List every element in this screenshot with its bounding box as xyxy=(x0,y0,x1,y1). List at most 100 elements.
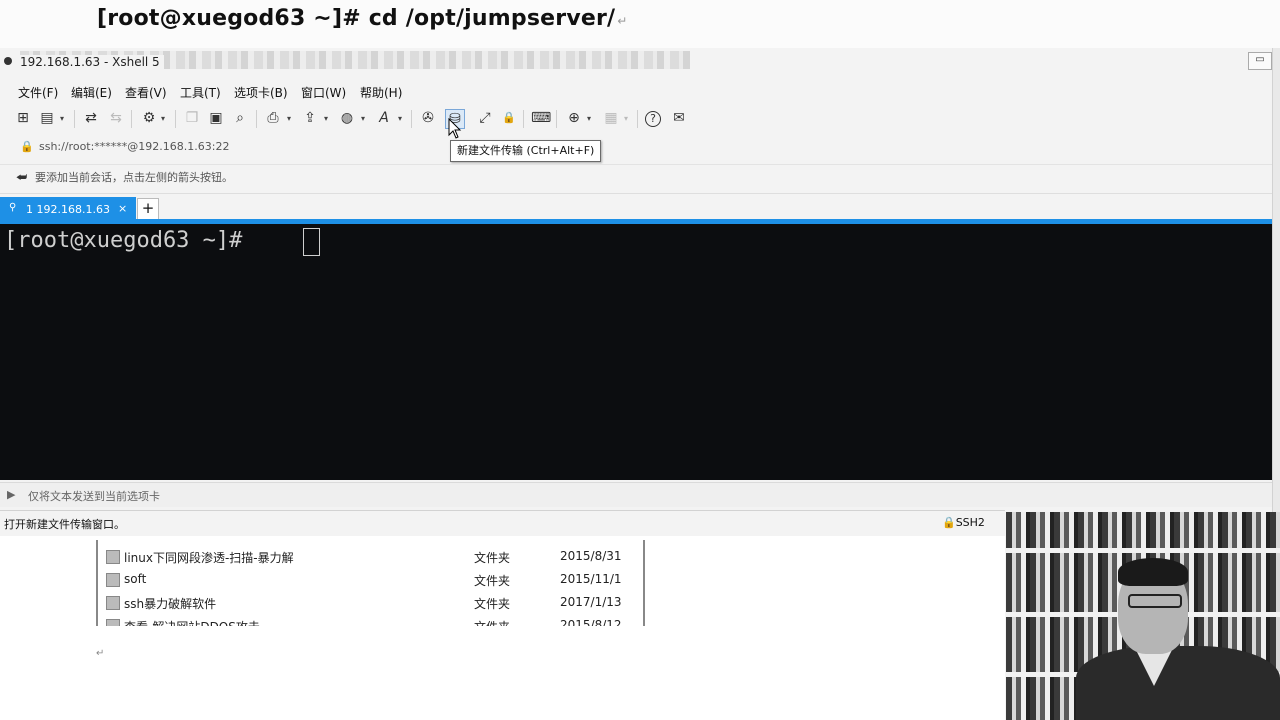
font-dropdown-icon[interactable]: ▾ xyxy=(398,114,402,123)
add-session-arrow-icon[interactable]: ⮨ xyxy=(16,170,27,185)
document-command-text: [root@xuegod63 ~]# cd /opt/jumpserver/ xyxy=(97,6,616,31)
file-date: 2015/11/1 xyxy=(560,572,622,586)
menu-file[interactable]: 文件(F) xyxy=(18,84,58,101)
copy-icon[interactable]: ❐ xyxy=(183,109,201,127)
file-list: linux下同网段渗透-扫描-暴力解 文件夹 2015/8/31 soft 文件… xyxy=(96,540,645,626)
globe-dropdown-icon[interactable]: ▾ xyxy=(361,114,365,123)
file-name: linux下同网段渗透-扫描-暴力解 xyxy=(124,551,294,565)
menu-tabs[interactable]: 选项卡(B) xyxy=(234,84,288,101)
globe-icon[interactable]: ◍ xyxy=(338,109,356,127)
print-dropdown-icon[interactable]: ▾ xyxy=(287,114,291,123)
document-bottom: linux下同网段渗透-扫描-暴力解 文件夹 2015/8/31 soft 文件… xyxy=(0,536,1005,720)
terminal-prompt: [root@xuegod63 ~]# xyxy=(4,228,256,253)
file-name: 查看-解决网站DDOS攻击 xyxy=(124,618,260,626)
file-date: 2017/1/13 xyxy=(560,595,622,609)
file-name: ssh暴力破解软件 xyxy=(124,597,217,611)
vertical-scrollbar[interactable] xyxy=(1272,48,1280,536)
open-session-icon[interactable]: ▤ xyxy=(38,109,56,127)
properties-dropdown-icon[interactable]: ▾ xyxy=(161,114,165,123)
terminal-cursor xyxy=(303,228,320,256)
font-icon[interactable]: A xyxy=(375,109,393,127)
add-tab-dropdown-icon[interactable]: ▾ xyxy=(587,114,591,123)
paste-icon[interactable]: ▣ xyxy=(207,109,225,127)
layout-dropdown-icon[interactable]: ▾ xyxy=(624,114,628,123)
menu-help[interactable]: 帮助(H) xyxy=(360,84,402,101)
file-type: 文件夹 xyxy=(474,597,511,611)
address-bar[interactable]: 🔒 ssh://root:******@192.168.1.63:22 xyxy=(0,136,1272,158)
toolbar-separator xyxy=(131,110,132,128)
find-icon[interactable]: ⌕ xyxy=(231,109,249,127)
layout-icon[interactable]: ▦ xyxy=(602,109,620,127)
window-title: 192.168.1.63 - Xshell 5 xyxy=(20,55,164,69)
tab-session-1[interactable]: ⚲ 1 192.168.1.63 × xyxy=(0,197,136,221)
tab-strip: ⚲ 1 192.168.1.63 × + xyxy=(0,193,1272,221)
menu-tools[interactable]: 工具(T) xyxy=(180,84,221,101)
toolbar-separator xyxy=(74,110,75,128)
menu-window[interactable]: 窗口(W) xyxy=(301,84,346,101)
print-icon[interactable]: ⎙ xyxy=(264,109,282,127)
document-command-line: [root@xuegod63 ~]# cd /opt/jumpserver/↵ xyxy=(97,6,628,31)
file-date: 2015/8/12 xyxy=(560,618,622,626)
webcam-overlay xyxy=(1006,512,1280,720)
session-hint-bar: ⮨ 要添加当前会话，点击左侧的箭头按钮。 xyxy=(0,164,1272,187)
toolbar-separator xyxy=(523,110,524,128)
folder-icon xyxy=(106,596,120,610)
folder-icon xyxy=(106,550,120,564)
presenter-glasses xyxy=(1128,594,1182,608)
address-text[interactable]: ssh://root:******@192.168.1.63:22 xyxy=(39,140,230,153)
xshell-window: 192.168.1.63 - Xshell 5 ▭ 文件(F) 编辑(E) 查看… xyxy=(0,48,1272,536)
file-row[interactable]: 查看-解决网站DDOS攻击 文件夹 2015/8/12 xyxy=(98,615,643,626)
compose-send-bar[interactable]: ▶ 仅将文本发送到当前选项卡 xyxy=(0,482,1272,507)
menu-view[interactable]: 查看(V) xyxy=(125,84,167,101)
app-icon xyxy=(4,57,12,65)
keyboard-icon[interactable]: ⌨ xyxy=(531,109,551,127)
session-hint-text: 要添加当前会话，点击左侧的箭头按钮。 xyxy=(35,171,233,184)
file-row[interactable]: ssh暴力破解软件 文件夹 2017/1/13 xyxy=(98,592,643,614)
toolbar-separator xyxy=(256,110,257,128)
file-name: soft xyxy=(124,572,147,586)
menu-edit[interactable]: 编辑(E) xyxy=(71,84,112,101)
toolbar-separator xyxy=(637,110,638,128)
file-row[interactable]: linux下同网段渗透-扫描-暴力解 文件夹 2015/8/31 xyxy=(98,546,643,568)
transfer-icon[interactable]: ⇪ xyxy=(301,109,319,127)
new-session-icon[interactable]: ⊞ xyxy=(14,109,32,127)
connect-icon[interactable]: ⇄ xyxy=(82,109,100,127)
file-type: 文件夹 xyxy=(474,551,511,565)
folder-icon xyxy=(106,573,120,587)
file-row[interactable]: soft 文件夹 2015/11/1 xyxy=(98,569,643,591)
status-bar: 打开新建文件传输窗口。 🔒SSH2 xyxy=(0,510,1005,535)
return-mark: ↵ xyxy=(96,648,105,659)
tab-close-icon[interactable]: × xyxy=(118,202,127,215)
toolbar-separator xyxy=(175,110,176,128)
open-session-dropdown-icon[interactable]: ▾ xyxy=(60,114,64,123)
file-date: 2015/8/31 xyxy=(560,549,622,563)
tab-label: 1 192.168.1.63 xyxy=(26,203,110,216)
file-type: 文件夹 xyxy=(474,618,510,626)
add-tab-icon[interactable]: ⊕ xyxy=(565,109,583,127)
fullscreen-icon[interactable]: ⤢ xyxy=(476,109,494,127)
send-icon[interactable]: ▶ xyxy=(7,488,15,501)
bookshelf xyxy=(1006,548,1280,553)
presenter-body xyxy=(1076,646,1280,720)
disconnect-icon[interactable]: ⇆ xyxy=(107,109,125,127)
folder-icon xyxy=(106,619,120,626)
send-bar-text: 仅将文本发送到当前选项卡 xyxy=(28,490,160,503)
add-tab-button[interactable]: + xyxy=(137,198,159,220)
properties-icon[interactable]: ⚙ xyxy=(140,109,158,127)
presenter-hair xyxy=(1118,558,1188,586)
document-top-strip: [root@xuegod63 ~]# cd /opt/jumpserver/↵ xyxy=(0,0,1280,49)
terminal[interactable]: [root@xuegod63 ~]# xyxy=(0,224,1272,480)
chat-icon[interactable]: ✉ xyxy=(670,109,688,127)
session-icon: ⚲ xyxy=(9,202,17,213)
minimize-button[interactable]: ▭ xyxy=(1248,52,1272,70)
toolbar-separator xyxy=(556,110,557,128)
file-type: 文件夹 xyxy=(474,574,511,588)
help-icon[interactable]: ? xyxy=(645,111,661,127)
title-bar: 192.168.1.63 - Xshell 5 ▭ xyxy=(0,48,1272,76)
toolbar-separator xyxy=(411,110,412,128)
lock-screen-icon[interactable]: 🔒 xyxy=(500,109,518,127)
transfer-dropdown-icon[interactable]: ▾ xyxy=(324,114,328,123)
status-protocol: 🔒SSH2 xyxy=(942,516,985,529)
lock-icon: 🔒 xyxy=(20,140,34,153)
xftp-icon[interactable]: ✇ xyxy=(419,109,437,127)
